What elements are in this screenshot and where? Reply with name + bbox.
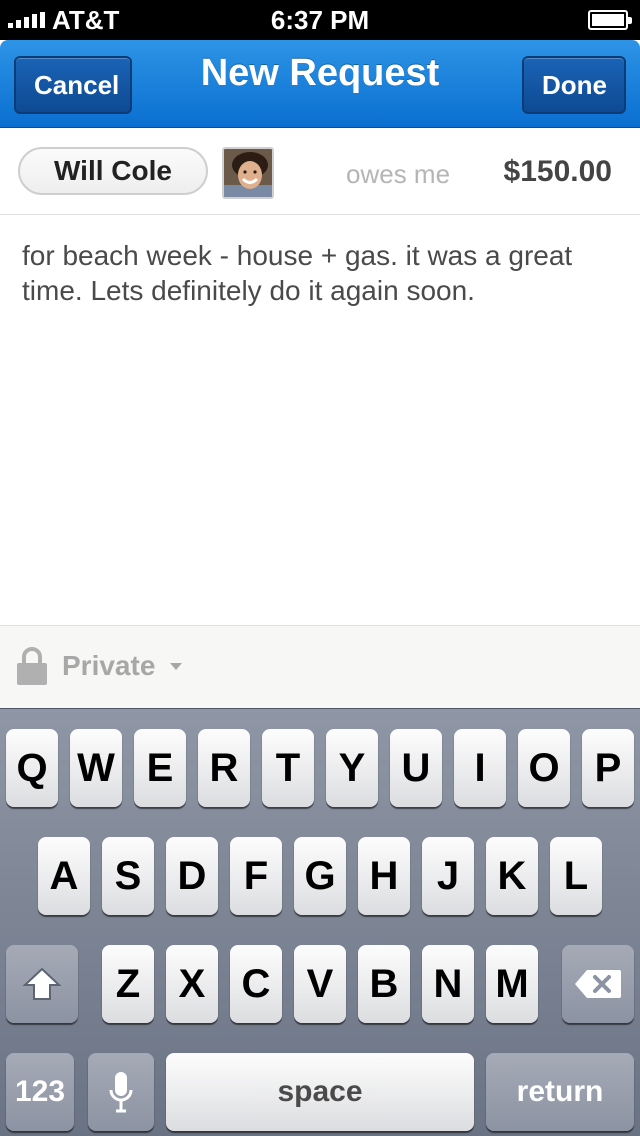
key-j[interactable]: J xyxy=(422,837,474,915)
return-key[interactable]: return xyxy=(486,1053,634,1131)
key-r[interactable]: R xyxy=(198,729,250,807)
key-l[interactable]: L xyxy=(550,837,602,915)
delete-key[interactable] xyxy=(562,945,634,1023)
request-direction-label[interactable]: owes me xyxy=(346,159,450,190)
avatar xyxy=(222,147,274,199)
shift-key[interactable] xyxy=(6,945,78,1023)
note-field[interactable]: for beach week - house + gas. it was a g… xyxy=(0,216,640,624)
privacy-label: Private xyxy=(62,650,156,681)
dictation-key[interactable] xyxy=(88,1053,154,1131)
key-p[interactable]: P xyxy=(582,729,634,807)
key-q[interactable]: Q xyxy=(6,729,58,807)
clock: 6:37 PM xyxy=(270,5,370,35)
key-i[interactable]: I xyxy=(454,729,506,807)
key-s[interactable]: S xyxy=(102,837,154,915)
chevron-down-icon xyxy=(170,663,182,670)
key-o[interactable]: O xyxy=(518,729,570,807)
key-h[interactable]: H xyxy=(358,837,410,915)
keyboard: Q W E R T Y U I O P A S D F G H J K L Z … xyxy=(0,708,640,1136)
key-w[interactable]: W xyxy=(70,729,122,807)
microphone-icon xyxy=(109,1072,133,1113)
numbers-key[interactable]: 123 xyxy=(6,1053,74,1131)
key-a[interactable]: A xyxy=(38,837,90,915)
key-n[interactable]: N xyxy=(422,945,474,1023)
backspace-icon xyxy=(575,970,621,998)
key-f[interactable]: F xyxy=(230,837,282,915)
navigation-bar: Cancel New Request Done xyxy=(0,40,640,148)
done-button[interactable]: Done xyxy=(522,56,626,114)
key-m[interactable]: M xyxy=(486,945,538,1023)
recipient-token[interactable]: Will Cole xyxy=(18,147,208,195)
key-g[interactable]: G xyxy=(294,837,346,915)
privacy-selector[interactable]: Private xyxy=(0,625,640,708)
recipient-row: Will Cole owes me $150.00 xyxy=(0,129,640,215)
amount-value[interactable]: $150.00 xyxy=(504,155,612,189)
key-b[interactable]: B xyxy=(358,945,410,1023)
key-t[interactable]: T xyxy=(262,729,314,807)
key-x[interactable]: X xyxy=(166,945,218,1023)
key-u[interactable]: U xyxy=(390,729,442,807)
key-c[interactable]: C xyxy=(230,945,282,1023)
lock-icon xyxy=(17,647,47,685)
key-z[interactable]: Z xyxy=(102,945,154,1023)
shift-arrow-icon xyxy=(22,967,62,1000)
key-d[interactable]: D xyxy=(166,837,218,915)
battery-icon xyxy=(588,10,632,30)
status-bar: AT&T 6:37 PM xyxy=(0,0,640,40)
key-v[interactable]: V xyxy=(294,945,346,1023)
key-k[interactable]: K xyxy=(486,837,538,915)
space-key[interactable]: space xyxy=(166,1053,474,1131)
key-y[interactable]: Y xyxy=(326,729,378,807)
note-text: for beach week - house + gas. it was a g… xyxy=(22,240,573,306)
key-e[interactable]: E xyxy=(134,729,186,807)
